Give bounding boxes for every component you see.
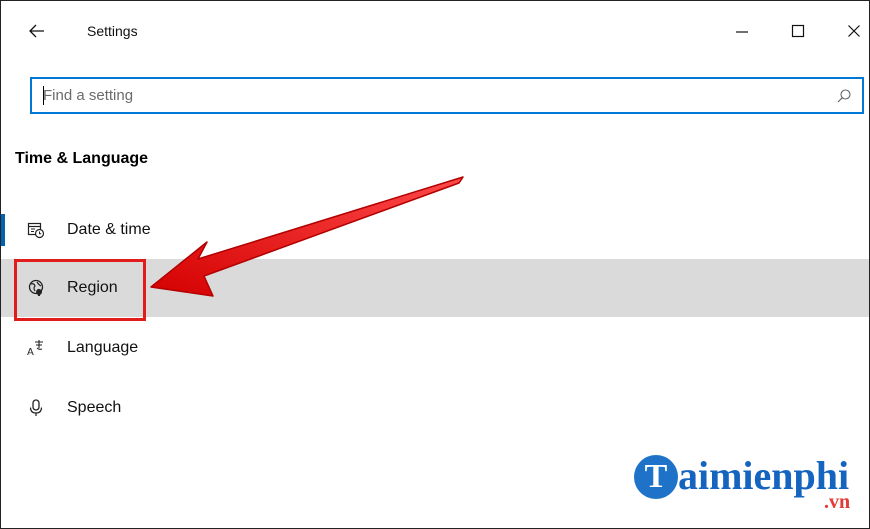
back-button[interactable] <box>19 15 55 47</box>
nav-item-label: Speech <box>67 399 122 416</box>
close-button[interactable] <box>831 11 870 51</box>
nav-item-date-time[interactable]: Date & time <box>1 201 869 259</box>
text-caret <box>43 86 44 105</box>
microphone-icon <box>27 399 45 417</box>
maximize-button[interactable] <box>775 11 821 51</box>
title-bar: Settings <box>1 1 870 63</box>
section-title: Time & Language <box>15 150 149 167</box>
active-indicator <box>1 214 5 246</box>
nav-item-label: Language <box>67 339 139 356</box>
svg-text:A: A <box>27 347 34 357</box>
minimize-button[interactable] <box>719 11 765 51</box>
highlight-box <box>14 259 146 321</box>
maximize-icon <box>791 24 805 38</box>
window-title: Settings <box>87 23 138 39</box>
minimize-icon <box>736 31 748 33</box>
close-icon <box>848 25 860 37</box>
watermark-suffix: .vn <box>824 491 851 513</box>
nav-item-speech[interactable]: Speech <box>1 379 869 437</box>
watermark-logo: T aimienphi .vn <box>634 453 866 517</box>
nav-item-language[interactable]: A Language <box>1 319 869 377</box>
arrow-left-icon <box>29 24 44 38</box>
settings-window: Settings Time & Language <box>0 0 870 529</box>
search-input[interactable] <box>32 79 822 112</box>
language-icon: A <box>27 339 45 357</box>
search-icon[interactable] <box>836 88 852 104</box>
watermark-initial: T <box>634 455 678 499</box>
calendar-clock-icon <box>27 221 45 239</box>
search-box[interactable] <box>30 77 864 114</box>
nav-item-label: Date & time <box>67 221 151 238</box>
